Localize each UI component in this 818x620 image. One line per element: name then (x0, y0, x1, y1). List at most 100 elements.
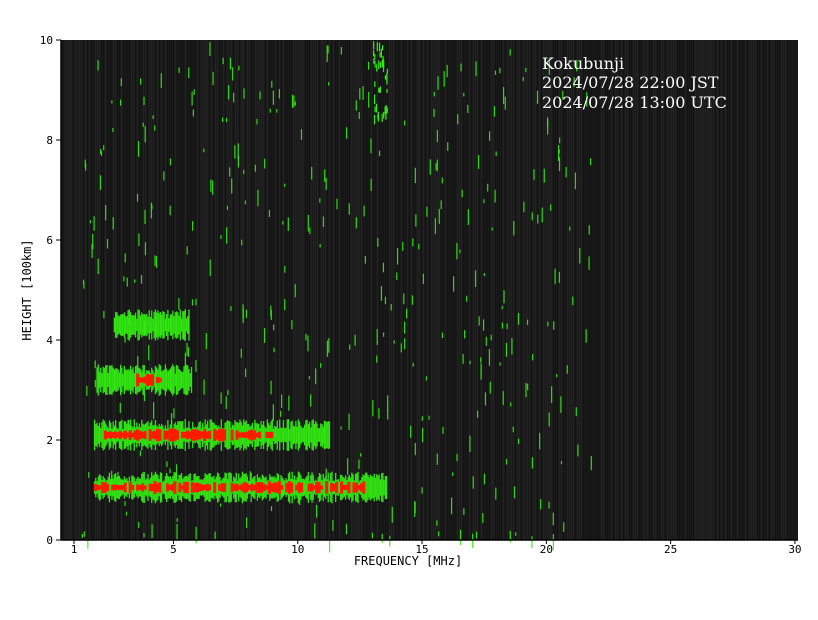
noise-stripe (373, 40, 374, 540)
noise-streak (221, 117, 224, 122)
noise-stripe (689, 40, 690, 540)
echo-mark (134, 481, 137, 494)
noise-stripe (427, 40, 428, 540)
noise-stripe (571, 40, 572, 540)
noise-stripe (541, 40, 542, 540)
echo-mark (115, 312, 117, 338)
noise-stripe (243, 40, 244, 540)
noise-streak (264, 158, 266, 169)
noise-stripe (209, 40, 210, 540)
noise-stripe (239, 40, 240, 540)
noise-streak (543, 168, 545, 183)
echo-mark (136, 318, 138, 332)
noise-streak (381, 45, 384, 51)
noise-streak (212, 180, 214, 195)
noise-streak (414, 501, 416, 514)
noise-stripe (309, 40, 310, 540)
noise-stripe (673, 40, 674, 540)
noise-stripe (733, 40, 734, 540)
noise-stripe (303, 40, 304, 540)
echo-mark (385, 475, 388, 500)
echo-mark (96, 367, 98, 393)
noise-streak (513, 221, 515, 236)
noise-streak (433, 91, 435, 97)
noise-stripe (685, 40, 686, 540)
noise-stripe (321, 40, 322, 540)
noise-streak (472, 476, 474, 489)
strong-echo-mark (123, 482, 127, 493)
noise-stripe (557, 40, 558, 540)
noise-stripe (597, 40, 598, 540)
noise-streak (585, 329, 587, 343)
noise-streak (293, 95, 295, 108)
echo-mark (234, 420, 236, 450)
noise-streak (463, 92, 465, 97)
noise-stripe (755, 40, 756, 540)
noise-stripe (499, 40, 500, 540)
noise-stripe (293, 40, 294, 540)
noise-streak (411, 295, 413, 305)
noise-stripe (367, 40, 368, 540)
noise-streak (565, 166, 567, 178)
echo-mark (303, 424, 306, 446)
noise-stripe (415, 40, 416, 540)
station-label: Kokubunji (542, 54, 624, 73)
echo-mark (228, 420, 230, 450)
noise-stripe (471, 40, 472, 540)
noise-stripe (301, 40, 302, 540)
noise-stripe (547, 40, 548, 540)
noise-streak (105, 204, 107, 221)
noise-streak (387, 410, 389, 420)
noise-streak (488, 349, 491, 366)
echo-mark (211, 476, 214, 499)
noise-stripe (145, 40, 146, 540)
noise-stripe (717, 40, 718, 540)
noise-streak (203, 379, 205, 395)
strong-echo-mark (106, 484, 110, 491)
noise-streak (548, 412, 550, 427)
noise-stripe (767, 40, 768, 540)
noise-stripe (127, 40, 128, 540)
noise-streak (244, 200, 247, 205)
noise-stripe (695, 40, 696, 540)
echo-mark (277, 428, 280, 442)
noise-streak (381, 533, 383, 544)
noise-stripe (245, 40, 246, 540)
echo-mark (305, 477, 307, 498)
noise-streak (505, 458, 508, 465)
noise-streak (446, 64, 448, 78)
noise-streak (384, 75, 387, 80)
noise-stripe (203, 40, 204, 540)
noise-streak (450, 497, 453, 515)
noise-streak (284, 183, 286, 188)
noise-streak (422, 273, 424, 284)
x-tick-label: 30 (788, 543, 801, 556)
echo-mark (132, 367, 134, 393)
noise-streak (176, 524, 178, 541)
echo-mark (211, 422, 214, 448)
noise-stripe (395, 40, 396, 540)
noise-stripe (645, 40, 646, 540)
noise-streak (322, 216, 325, 228)
echo-mark (128, 309, 130, 341)
noise-streak (254, 164, 256, 172)
echo-mark (101, 373, 103, 387)
noise-streak (326, 340, 329, 357)
noise-streak (205, 333, 207, 350)
noise-stripe (527, 40, 528, 540)
noise-streak (237, 155, 240, 168)
echo-mark (216, 472, 219, 503)
noise-streak (525, 67, 527, 72)
noise-stripe (655, 40, 656, 540)
echo-mark (183, 366, 185, 394)
echo-mark (366, 472, 368, 503)
noise-streak (467, 104, 469, 113)
noise-stripe (775, 40, 776, 540)
noise-stripe (263, 40, 264, 540)
noise-streak (155, 256, 158, 268)
noise-stripe (331, 40, 332, 540)
noise-stripe (595, 40, 596, 540)
noise-streak (291, 94, 294, 108)
echo-mark (126, 370, 128, 390)
noise-streak (241, 239, 243, 246)
